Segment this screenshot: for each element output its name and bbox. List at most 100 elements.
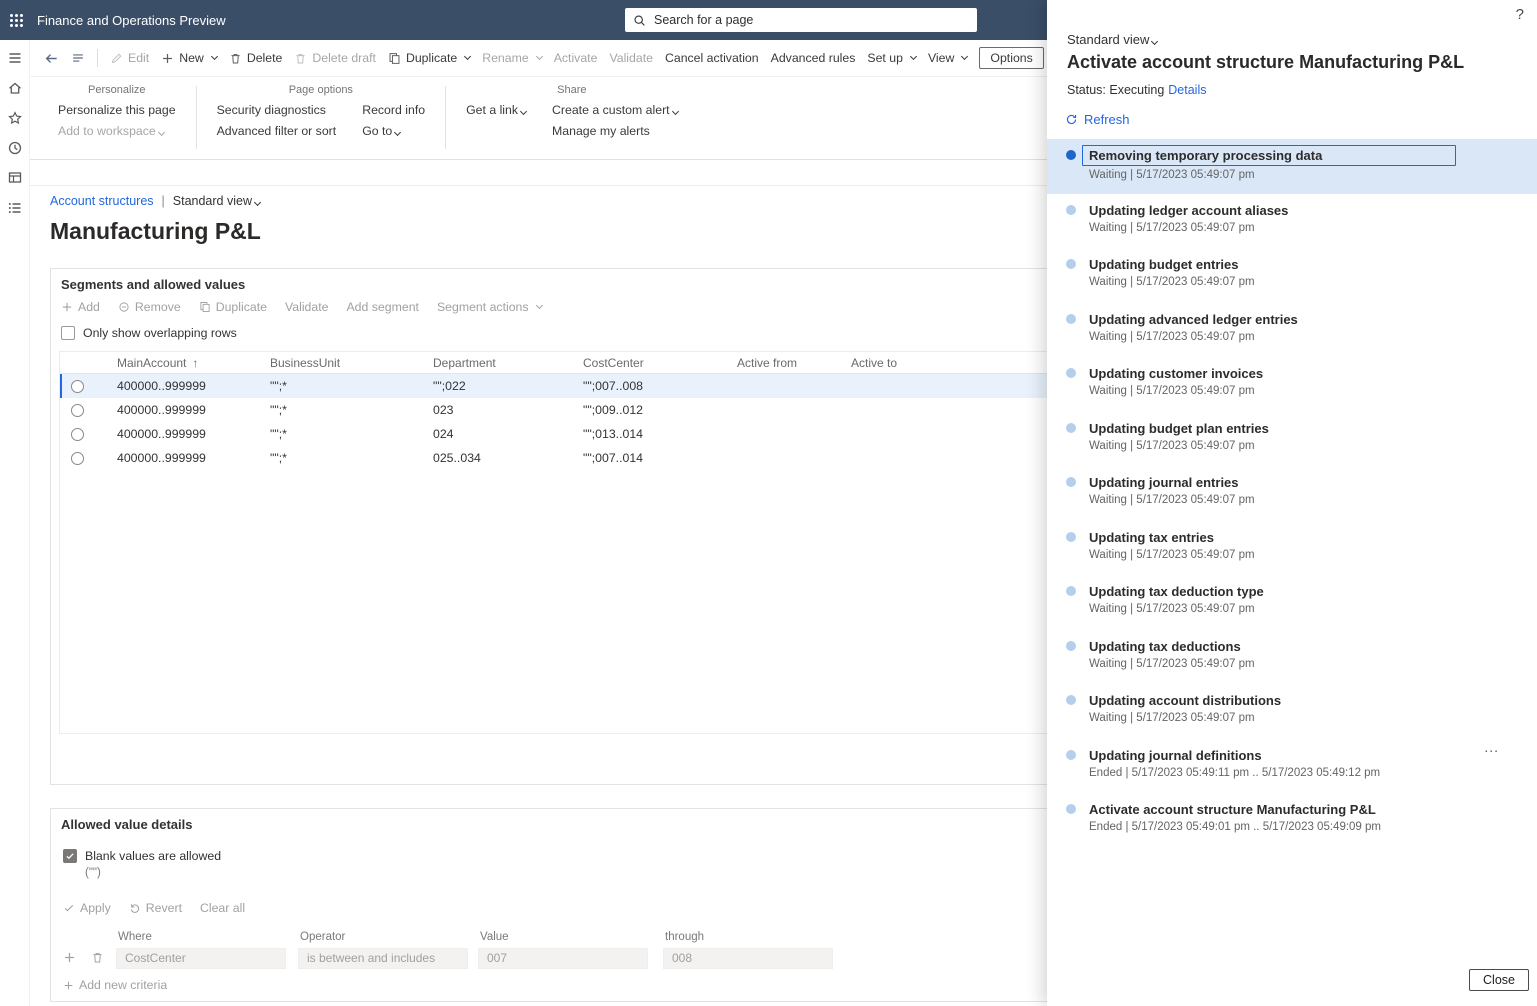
criteria-through-field[interactable]: 008 [663,948,833,969]
task-status: Waiting | 5/17/2023 05:49:07 pm [1089,549,1521,561]
criteria-operator-field[interactable]: is between and includes [298,948,468,969]
task-status: Waiting | 5/17/2023 05:49:07 pm [1089,331,1521,343]
task-item[interactable]: Updating tax deduction typeWaiting | 5/1… [1047,575,1537,630]
task-item[interactable]: Updating tax deductionsWaiting | 5/17/20… [1047,630,1537,685]
go-to-button[interactable]: Go to [362,124,425,138]
column-header-active-from[interactable]: Active from [737,356,851,370]
task-status: Waiting | 5/17/2023 05:49:07 pm [1089,222,1521,234]
row-radio[interactable] [71,404,84,417]
ribbon-group-title: Share [466,84,678,96]
validate-button[interactable]: Validate [609,51,653,65]
more-options-icon[interactable]: ... [1484,739,1499,755]
task-item[interactable]: Updating advanced ledger entries Waiting … [1047,303,1537,358]
cell-businessunit: "";* [270,451,433,465]
rename-button[interactable]: Rename [482,51,541,65]
task-item[interactable]: Updating account distributionsWaiting | … [1047,684,1537,739]
apply-button[interactable]: Apply [63,901,111,915]
criteria-value-field[interactable]: 007 [478,948,648,969]
overlap-checkbox[interactable] [61,326,75,340]
get-a-link-button[interactable]: Get a link [466,103,526,117]
nav-menu-icon[interactable] [7,50,23,66]
edit-button[interactable]: Edit [110,51,149,65]
task-title: Updating advanced ledger entries [1089,311,1521,328]
cancel-activation-button[interactable]: Cancel activation [665,51,759,65]
task-item[interactable]: Updating tax entriesWaiting | 5/17/2023 … [1047,521,1537,576]
duplicate-row-button[interactable]: Duplicate [199,300,267,314]
breadcrumb-account-structures-link[interactable]: Account structures [50,194,154,208]
activate-button[interactable]: Activate [554,51,598,65]
column-header-mainaccount[interactable]: MainAccount↑ [117,356,270,370]
blank-values-checkbox[interactable] [63,849,77,863]
create-custom-alert-button[interactable]: Create a custom alert [552,103,678,117]
task-list-button[interactable] [71,51,85,65]
column-header-department[interactable]: Department [433,356,583,370]
help-icon[interactable]: ? [1516,6,1524,23]
manage-my-alerts-button[interactable]: Manage my alerts [552,124,678,138]
task-status-dot [1066,804,1076,814]
criteria-where-field[interactable]: CostCenter [116,948,286,969]
close-button[interactable]: Close [1469,969,1529,991]
column-header-businessunit[interactable]: BusinessUnit [270,356,433,370]
view-button[interactable]: View [928,51,967,65]
set-up-button[interactable]: Set up [867,51,916,65]
segment-actions-button[interactable]: Segment actions [437,300,542,314]
plus-icon [161,52,174,65]
ribbon-group-share: Share Get a link Create a custom alert M… [466,84,678,159]
task-item[interactable]: Updating ledger account aliasesWaiting |… [1047,194,1537,249]
details-link[interactable]: Details [1168,83,1206,97]
favorites-star-icon[interactable] [7,110,23,126]
delete-criteria-row-button[interactable] [91,951,104,964]
delete-button[interactable]: Delete [229,51,283,65]
task-item[interactable]: Updating customer invoicesWaiting | 5/17… [1047,357,1537,412]
back-button[interactable] [44,51,59,66]
row-radio[interactable] [71,380,84,393]
undo-icon [129,902,141,914]
task-title: Activate account structure Manufacturing… [1089,801,1521,818]
view-selector[interactable]: Standard view [173,194,260,208]
clear-all-button[interactable]: Clear all [200,901,245,915]
validate-structure-button[interactable]: Validate [285,300,329,314]
chevron-down-icon [211,53,218,60]
add-criteria-row-button[interactable] [63,951,76,964]
task-status: Waiting | 5/17/2023 05:49:07 pm [1089,712,1521,724]
panel-view-selector[interactable]: Standard view [1067,32,1157,47]
add-button[interactable]: Add [61,300,100,314]
task-item[interactable]: Updating budget entriesWaiting | 5/17/20… [1047,248,1537,303]
advanced-rules-button[interactable]: Advanced rules [771,51,856,65]
task-item[interactable]: Activate account structure Manufacturing… [1047,793,1537,848]
task-item[interactable]: Updating journal entriesWaiting | 5/17/2… [1047,466,1537,521]
task-item[interactable]: Updating budget plan entriesWaiting | 5/… [1047,412,1537,467]
revert-button[interactable]: Revert [129,901,182,915]
modules-list-icon[interactable] [7,200,23,216]
column-header-costcenter[interactable]: CostCenter [583,356,737,370]
add-segment-button[interactable]: Add segment [346,300,418,314]
personalize-this-page-button[interactable]: Personalize this page [58,103,176,117]
delete-draft-button[interactable]: Delete draft [294,51,376,65]
back-arrow-icon [44,51,59,66]
row-radio[interactable] [71,452,84,465]
security-diagnostics-button[interactable]: Security diagnostics [217,103,337,117]
copy-icon [199,301,211,313]
new-button[interactable]: New [161,51,217,65]
ribbon-group-page-options: Page options Security diagnostics Advanc… [217,84,426,159]
options-button[interactable]: Options [979,47,1043,69]
cell-mainaccount: 400000..999999 [117,451,270,465]
advanced-filter-sort-button[interactable]: Advanced filter or sort [217,124,337,138]
task-item[interactable]: Removing temporary processing dataWaitin… [1047,139,1537,194]
refresh-button[interactable]: Refresh [1065,112,1130,127]
remove-button[interactable]: Remove [118,300,181,314]
app-launcher-button[interactable] [0,0,32,40]
workspaces-icon[interactable] [7,170,23,186]
duplicate-button[interactable]: Duplicate [388,51,470,65]
add-new-criteria-button[interactable]: Add new criteria [63,978,167,992]
global-search[interactable] [625,8,977,32]
task-item[interactable]: Updating journal definitionsEnded | 5/17… [1047,739,1537,794]
add-to-workspace-button[interactable]: Add to workspace [58,124,176,138]
home-icon[interactable] [7,80,23,96]
search-input[interactable] [652,12,969,28]
row-radio[interactable] [71,428,84,441]
ribbon-divider [196,86,197,149]
recent-clock-icon[interactable] [7,140,23,156]
record-info-button[interactable]: Record info [362,103,425,117]
pencil-icon [110,52,123,65]
